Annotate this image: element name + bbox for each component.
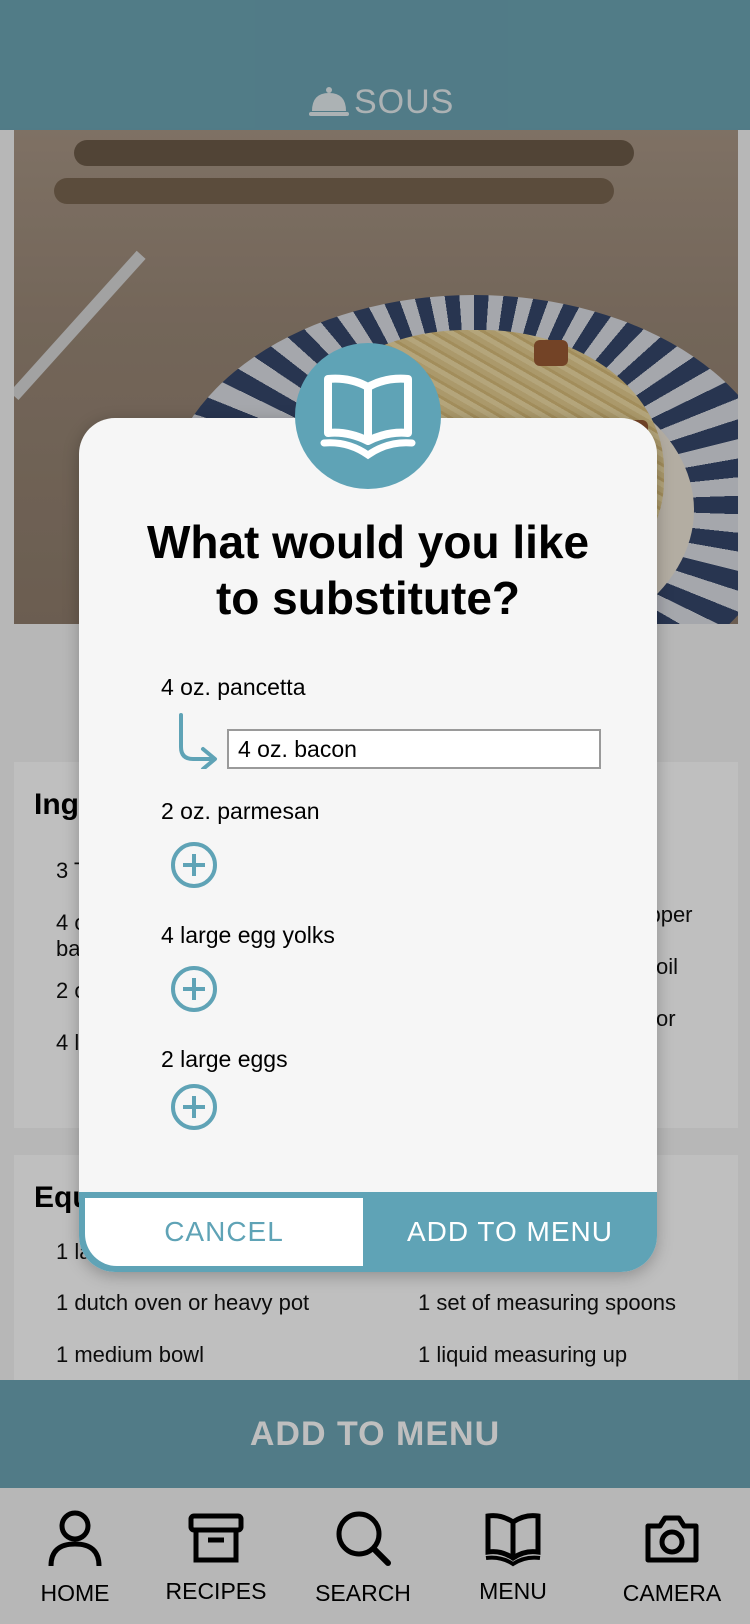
open-book-icon [320,374,416,460]
cancel-button[interactable]: CANCEL [85,1198,363,1266]
dialog-title: What would you like to substitute? [79,514,657,626]
dialog-badge [295,343,441,489]
substitute-dialog: What would you like to substitute? 4 oz.… [79,418,657,1272]
substitute-arrow-icon [179,713,217,769]
ingredient-label: 4 oz. pancetta [161,674,306,700]
recipe-screen: SOUS Ingredients 3 Tbsp 4 oz. bacon 2 oz… [0,0,750,1624]
dialog-title-line1: What would you like [146,516,590,568]
add-to-menu-button[interactable]: ADD TO MENU [363,1192,657,1272]
add-substitute-eggs-button[interactable] [171,1084,217,1130]
add-substitute-parmesan-button[interactable] [171,842,217,888]
ingredient-label: 2 large eggs [161,1046,288,1072]
ingredient-label: 4 large egg yolks [161,922,335,948]
dialog-footer: CANCEL ADD TO MENU [79,1192,657,1272]
ingredient-label: 2 oz. parmesan [161,798,320,824]
add-substitute-egg-yolks-button[interactable] [171,966,217,1012]
dialog-title-line2: to substitute? [215,572,521,624]
substitute-input-pancetta[interactable] [227,729,601,769]
